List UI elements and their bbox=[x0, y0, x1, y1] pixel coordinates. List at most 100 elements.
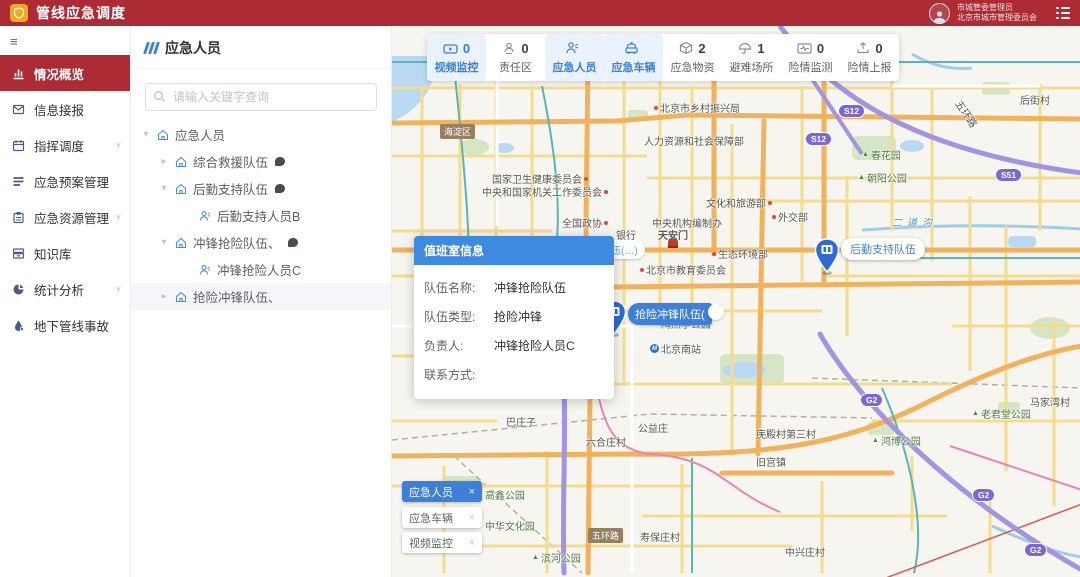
poi-dot-icon bbox=[654, 106, 658, 110]
map-pin-label-logistics[interactable]: 后勤支持队伍 bbox=[841, 238, 925, 260]
sidebar-collapse-icon[interactable]: ≡ bbox=[0, 26, 130, 55]
layer-tag-personnel[interactable]: 应急人员× bbox=[402, 481, 482, 502]
duty-area-icon bbox=[502, 41, 516, 55]
toolbar-item-personnel[interactable]: 应急人员 bbox=[545, 34, 604, 81]
tree-node-team[interactable]: ▾ 后勤支持队伍 bbox=[131, 175, 391, 202]
hazard-monitor-icon bbox=[797, 42, 812, 55]
video-monitor-icon bbox=[443, 42, 458, 55]
poi-dot-icon bbox=[712, 252, 716, 256]
panel-title: 应急人员 bbox=[165, 38, 221, 58]
map-pin-label-assault[interactable]: 抢险冲锋队伍( bbox=[628, 303, 712, 325]
map-label-poi: 北京市乡村振兴局 bbox=[654, 100, 740, 115]
user-info: 市城管委管理员 北京市城市管理委员会 bbox=[957, 3, 1037, 24]
app-header: 管线应急调度 市城管委管理员 北京市城市管理委员会 bbox=[0, 0, 1080, 26]
sidebar-item-plan-mgmt[interactable]: 应急预案管理 bbox=[0, 163, 130, 199]
road-shield: G2 bbox=[972, 488, 995, 502]
layer-tag-video[interactable]: 视频监控× bbox=[402, 532, 482, 553]
tree-node-label: 冲锋抢险人员C bbox=[217, 260, 301, 279]
close-icon[interactable]: × bbox=[469, 512, 475, 524]
search-input[interactable] bbox=[145, 83, 377, 111]
tree-node-label: 抢险冲锋队伍、 bbox=[193, 287, 281, 306]
group-home-icon bbox=[175, 291, 187, 303]
app-logo-icon bbox=[10, 4, 28, 22]
caret-icon[interactable]: ▾ bbox=[159, 183, 169, 194]
toolbar-item-hazard-report[interactable]: 0 险情上报 bbox=[840, 34, 899, 81]
sidebar-item-resource-mgmt[interactable]: 应急资源管理 ˅ bbox=[0, 199, 130, 235]
map-label-park: ▲鸿博公园 bbox=[872, 433, 921, 448]
sidebar-item-stats[interactable]: 统计分析 ˅ bbox=[0, 271, 130, 307]
toolbar-item-shelter[interactable]: 1 避难场所 bbox=[722, 34, 781, 81]
search-icon bbox=[153, 90, 166, 103]
toolbar-item-video[interactable]: 0 视频监控 bbox=[427, 34, 486, 81]
map-label-district: 海淀区 bbox=[440, 124, 475, 139]
tree-node-label: 冲锋抢险队伍、 bbox=[193, 233, 281, 252]
popup-row: 联系方式: bbox=[424, 360, 604, 389]
group-home-icon bbox=[175, 156, 187, 168]
menu-list-icon[interactable] bbox=[1056, 7, 1070, 20]
toolbar-item-hazard-monitor[interactable]: 0 险情监测 bbox=[781, 34, 840, 81]
close-icon[interactable]: × bbox=[469, 537, 475, 549]
road-shield: G2 bbox=[860, 393, 883, 407]
layer-tag-vehicle[interactable]: 应急车辆× bbox=[402, 507, 482, 528]
map-label-park: ▲老君堂公园 bbox=[972, 406, 1031, 421]
caret-icon[interactable]: ▸ bbox=[159, 291, 169, 302]
sidebar-item-label: 应急预案管理 bbox=[34, 172, 109, 191]
tree-node-person[interactable]: 后勤支持人员B bbox=[131, 202, 391, 229]
poi-dot-icon bbox=[768, 201, 772, 205]
shelter-icon bbox=[738, 41, 752, 55]
map-label-park: ▲中华文化园 bbox=[476, 518, 535, 533]
map-label-village: 中兴庄村 bbox=[785, 544, 825, 559]
caret-icon[interactable]: ▾ bbox=[141, 129, 151, 140]
caret-icon[interactable]: ▸ bbox=[159, 156, 169, 167]
message-report-icon bbox=[12, 103, 25, 116]
road-shield: G2 bbox=[1024, 543, 1047, 557]
map-label-village: 巴庄子 bbox=[506, 414, 536, 429]
sidebar-item-knowledge-base[interactable]: 知识库 bbox=[0, 235, 130, 271]
sidebar-item-dispatch[interactable]: 指挥调度 ˅ bbox=[0, 127, 130, 163]
sidebar-item-info-report[interactable]: 信息接报 bbox=[0, 91, 130, 127]
group-home-icon bbox=[157, 129, 169, 141]
map-label-park: ▲高鑫公园 bbox=[476, 487, 525, 502]
tree-node-team[interactable]: ▾ 冲锋抢险队伍、 bbox=[131, 229, 391, 256]
toolbar-item-supplies[interactable]: 2 应急物资 bbox=[663, 34, 722, 81]
plan-list-icon bbox=[12, 175, 25, 188]
map-label-road: 五环路 bbox=[588, 528, 623, 543]
poi-dot-icon bbox=[604, 190, 608, 194]
poi-dot-icon bbox=[604, 221, 608, 225]
user-org: 北京市城市管理委员会 bbox=[957, 13, 1037, 23]
knowledge-base-icon bbox=[12, 247, 25, 260]
sidebar-item-pipeline-accident[interactable]: 地下管线事故 bbox=[0, 307, 130, 343]
popup-row: 负责人:冲锋抢险人员C bbox=[424, 331, 604, 360]
caret-icon[interactable]: ▾ bbox=[159, 237, 169, 248]
sidebar-item-overview[interactable]: 情况概览 bbox=[0, 55, 130, 91]
toolbar-item-vehicle[interactable]: 应急车辆 bbox=[604, 34, 663, 81]
popup-row: 队伍名称:冲锋抢险队伍 bbox=[424, 273, 604, 302]
user-avatar[interactable] bbox=[929, 3, 950, 24]
chevron-down-icon: ˅ bbox=[116, 212, 121, 222]
popup-row: 队伍类型:抢险冲锋 bbox=[424, 302, 604, 331]
toolbar-item-duty-area[interactable]: 0 责任区 bbox=[486, 34, 545, 81]
popup-title: 值班室信息 bbox=[414, 236, 614, 265]
map-label-poi: 人力资源和社会保障部 bbox=[644, 133, 744, 148]
tree-node-root[interactable]: ▾ 应急人员 bbox=[131, 121, 391, 148]
map-label-park: ▲朝阳公园 bbox=[858, 170, 907, 185]
dispatch-calendar-icon bbox=[12, 139, 25, 152]
road-shield: S51 bbox=[995, 168, 1022, 182]
tree-node-team[interactable]: ▸ 综合救援队伍 bbox=[131, 148, 391, 175]
map-label-village: 马家湾村 bbox=[1030, 394, 1070, 409]
tree-node-label: 后勤支持人员B bbox=[217, 206, 300, 225]
vehicle-icon bbox=[624, 42, 639, 55]
app-title: 管线应急调度 bbox=[36, 3, 126, 23]
map-container[interactable]: 海淀区 北京市乡村振兴局 人力资源和社会保障部 国家卫生健康委员会 中央和国家机… bbox=[392, 26, 1080, 577]
map-label-village: 公益庄 bbox=[638, 420, 668, 435]
map-label-park: ▲春花园 bbox=[862, 147, 901, 162]
tree-node-team-selected[interactable]: ▸ 抢险冲锋队伍、 bbox=[131, 283, 391, 310]
sidebar-item-label: 信息接报 bbox=[34, 100, 84, 119]
person-icon bbox=[199, 264, 211, 276]
close-icon[interactable]: × bbox=[469, 486, 475, 498]
tiananmen-gate-icon bbox=[668, 239, 678, 248]
map-pin-logistics-team[interactable] bbox=[814, 238, 840, 281]
personnel-icon bbox=[565, 41, 579, 55]
map-label-village: 庑殿村第三村 bbox=[756, 426, 816, 441]
tree-node-person[interactable]: 冲锋抢险人员C bbox=[131, 256, 391, 283]
